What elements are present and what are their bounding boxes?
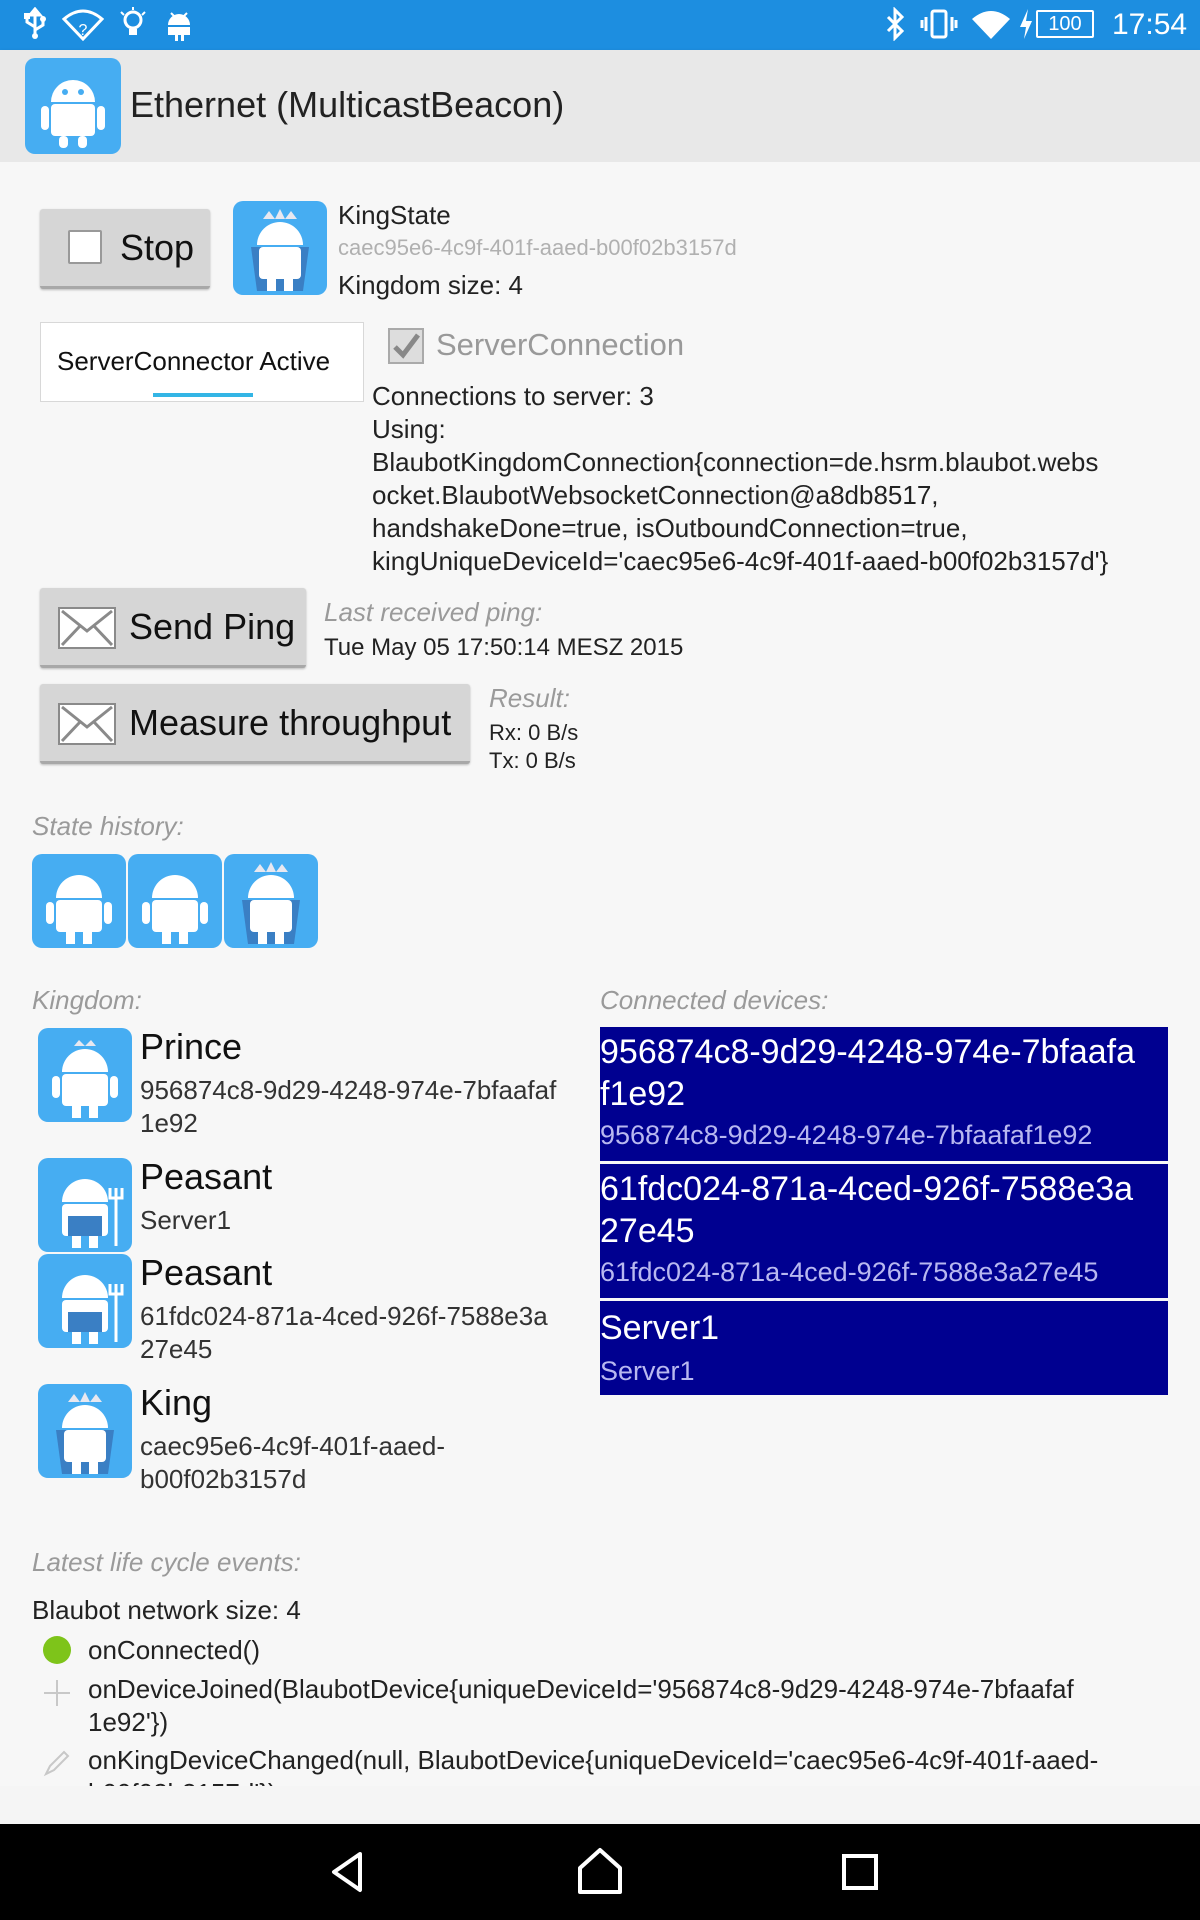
connections-count: Connections to server: 3 bbox=[372, 381, 654, 411]
peasant-pitchfork-icon bbox=[38, 1158, 132, 1252]
green-dot-icon bbox=[43, 1636, 71, 1664]
recents-icon[interactable] bbox=[832, 1844, 888, 1900]
usb-icon bbox=[20, 6, 50, 50]
event-line: 1e92'}) bbox=[88, 1707, 169, 1737]
state-device-id: caec95e6-4c9f-401f-aaed-b00f02b3157d bbox=[338, 235, 737, 260]
connection-info-line: BlaubotKingdomConnection{connection=de.h… bbox=[372, 447, 1099, 477]
device-subtitle: 956874c8-9d29-4248-974e-7bfaafaf1e92 bbox=[600, 1120, 1093, 1150]
wifi-icon bbox=[970, 7, 1012, 50]
vibrate-icon bbox=[920, 7, 958, 50]
network-size: Blaubot network size: 4 bbox=[32, 1595, 301, 1625]
device-title: f1e92 bbox=[600, 1075, 686, 1113]
event-line: onDeviceJoined(BlaubotDevice{uniqueDevic… bbox=[88, 1674, 1074, 1704]
kingdom-member-id: 1e92 bbox=[140, 1108, 198, 1138]
device-title: 956874c8-9d29-4248-974e-7bfaafa bbox=[600, 1033, 1136, 1071]
battery-level: 100 bbox=[1048, 13, 1082, 35]
server-connector-label: ServerConnector Active bbox=[57, 346, 331, 376]
server-connector-toggle[interactable]: ServerConnector Active bbox=[40, 322, 364, 402]
prince-icon bbox=[38, 1028, 132, 1122]
back-icon[interactable] bbox=[320, 1844, 376, 1900]
connection-info-line: ocket.BlaubotWebsocketConnection@a8db851… bbox=[372, 480, 939, 510]
stop-label: Stop bbox=[120, 227, 195, 268]
ping-time: Tue May 05 17:50:14 MESZ 2015 bbox=[324, 634, 684, 661]
peasant-icon bbox=[128, 854, 222, 948]
connection-info-line: Using: bbox=[372, 414, 446, 444]
event-line: onConnected() bbox=[88, 1635, 260, 1665]
event-line: onKingDeviceChanged(null, BlaubotDevice{… bbox=[88, 1745, 1099, 1775]
bluetooth-icon bbox=[884, 6, 908, 50]
clock: 17:54 bbox=[1112, 8, 1188, 41]
ping-caption: Last received ping: bbox=[324, 597, 543, 627]
king-icon bbox=[38, 1384, 132, 1478]
connected-device-row[interactable]: 61fdc024-871a-4ced-926f-7588e3a 27e45 61… bbox=[600, 1164, 1168, 1298]
kingdom-member-id: 956874c8-9d29-4248-974e-7bfaafaf bbox=[140, 1075, 557, 1105]
plus-icon bbox=[42, 1678, 72, 1708]
send-ping-button[interactable]: Send Ping bbox=[40, 588, 306, 668]
device-title: Server1 bbox=[600, 1309, 720, 1347]
main-content: Stop KingState caec95e6-4c9f-401f-aaed-b… bbox=[0, 162, 1200, 1786]
app-launcher-icon bbox=[25, 58, 121, 154]
kingdom-member-id: Server1 bbox=[140, 1205, 232, 1235]
device-subtitle: 61fdc024-871a-4ced-926f-7588e3a27e45 bbox=[600, 1257, 1099, 1287]
kingdom-member-id: b00f02b3157d bbox=[140, 1464, 307, 1494]
check-icon bbox=[393, 333, 420, 359]
peasant-icon bbox=[32, 854, 126, 948]
app-title: Ethernet (MulticastBeacon) bbox=[130, 84, 565, 125]
king-state-icon bbox=[233, 201, 327, 295]
server-connection-label: ServerConnection bbox=[436, 327, 685, 362]
kingdom-member-id: 61fdc024-871a-4ced-926f-7588e3a bbox=[140, 1301, 548, 1331]
pencil-icon bbox=[42, 1748, 72, 1778]
peasant-pitchfork-icon bbox=[38, 1254, 132, 1348]
svg-text:?: ? bbox=[79, 22, 88, 39]
king-icon bbox=[224, 854, 318, 948]
stop-button[interactable]: Stop bbox=[40, 209, 210, 289]
android-icon bbox=[164, 7, 194, 50]
state-history-caption: State history: bbox=[32, 811, 184, 841]
envelope-icon bbox=[58, 607, 116, 649]
toggle-indicator bbox=[153, 393, 253, 397]
home-icon[interactable] bbox=[572, 1842, 628, 1898]
connection-info-line: handshakeDone=true, isOutboundConnection… bbox=[372, 513, 968, 543]
server-connection-checkbox[interactable] bbox=[388, 328, 424, 364]
kingdom-member-role: Peasant bbox=[140, 1252, 273, 1293]
charging-icon bbox=[1018, 7, 1034, 50]
connected-device-row[interactable]: 956874c8-9d29-4248-974e-7bfaafa f1e92 95… bbox=[600, 1027, 1168, 1161]
navigation-bar bbox=[0, 1824, 1200, 1920]
connected-device-row[interactable]: Server1 Server1 bbox=[600, 1301, 1168, 1395]
kingdom-member-role: King bbox=[140, 1382, 213, 1423]
wifi-question-icon: ? bbox=[61, 7, 105, 50]
kingdom-member-role: Peasant bbox=[140, 1156, 273, 1197]
battery-icon: 100 bbox=[1036, 10, 1094, 38]
stop-checkbox[interactable] bbox=[68, 230, 102, 264]
events-caption: Latest life cycle events: bbox=[32, 1547, 301, 1577]
measure-throughput-button[interactable]: Measure throughput bbox=[40, 684, 470, 764]
device-subtitle: Server1 bbox=[600, 1356, 695, 1386]
device-title: 61fdc024-871a-4ced-926f-7588e3a bbox=[600, 1170, 1134, 1208]
lightbulb-icon bbox=[118, 7, 148, 50]
send-ping-label: Send Ping bbox=[129, 606, 296, 647]
kingdom-size: Kingdom size: 4 bbox=[338, 270, 523, 300]
envelope-icon bbox=[58, 703, 116, 745]
status-bar: ? 100 17:54 bbox=[0, 0, 1200, 50]
throughput-caption: Result: bbox=[489, 683, 570, 713]
connection-info-line: kingUniqueDeviceId='caec95e6-4c9f-401f-a… bbox=[372, 546, 1109, 576]
state-name: KingState bbox=[338, 200, 451, 230]
measure-throughput-label: Measure throughput bbox=[129, 702, 452, 743]
kingdom-member-id: caec95e6-4c9f-401f-aaed- bbox=[140, 1431, 445, 1461]
kingdom-member-role: Prince bbox=[140, 1026, 243, 1067]
kingdom-caption: Kingdom: bbox=[32, 985, 142, 1015]
connected-devices-caption: Connected devices: bbox=[600, 985, 829, 1015]
throughput-tx: Tx: 0 B/s bbox=[489, 748, 576, 773]
kingdom-member-id: 27e45 bbox=[140, 1334, 213, 1364]
app-bar: Ethernet (MulticastBeacon) bbox=[0, 50, 1200, 162]
device-title: 27e45 bbox=[600, 1212, 695, 1250]
event-line: b00f02b3157d'}) bbox=[88, 1777, 277, 1786]
throughput-rx: Rx: 0 B/s bbox=[489, 720, 579, 745]
